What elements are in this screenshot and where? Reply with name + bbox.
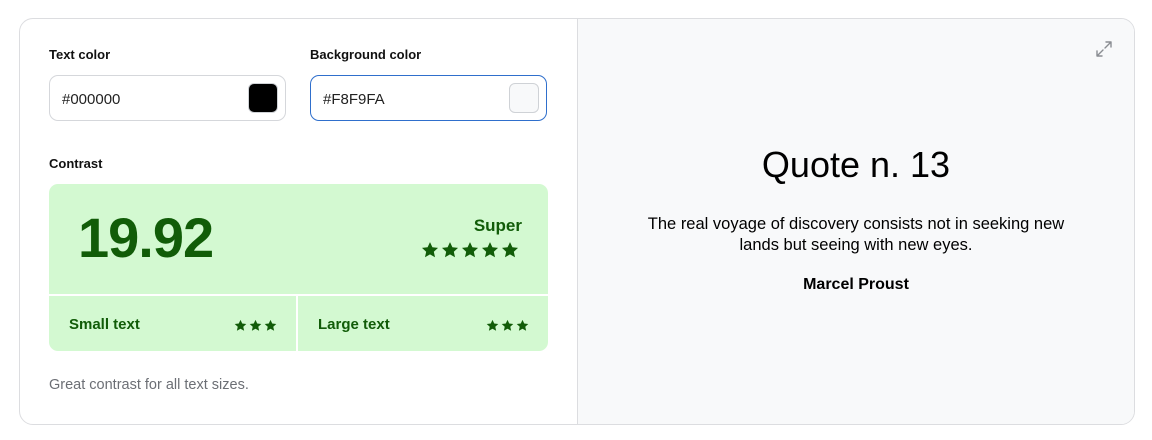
text-color-field[interactable] [49,75,286,121]
star-icon [441,242,459,258]
text-color-label: Text color [49,47,111,62]
background-color-swatch[interactable] [509,83,539,113]
star-icon [249,319,262,331]
star-icon [234,319,247,331]
star-icon [461,242,479,258]
star-icon [501,319,514,331]
contrast-result: 19.92 Super Small text Large text [49,184,548,351]
contrast-ratio-value: 19.92 [78,206,214,269]
star-icon [486,319,499,331]
large-text-stars [486,319,529,332]
rating-stars [421,241,519,259]
contrast-ratio-panel: 19.92 Super [49,184,548,294]
quote-author: Marcel Proust [803,276,909,293]
contrast-rating: Super [473,216,522,235]
star-icon [516,319,529,331]
star-icon [501,242,519,258]
star-icon [481,242,499,258]
large-text-score: Large text [298,296,548,351]
contrast-checker-card: Text color Background color Contrast 19.… [19,18,1135,425]
large-text-label: Large text [318,316,390,333]
small-text-label: Small text [69,316,140,333]
background-color-field[interactable] [310,75,547,121]
star-icon [264,319,277,331]
quote-text: The real voyage of discovery consists no… [647,215,1065,254]
expand-icon[interactable] [1094,39,1114,59]
quote-title: Quote n. 13 [761,144,951,185]
text-color-swatch[interactable] [248,83,278,113]
small-text-score: Small text [49,296,296,351]
small-text-stars [234,319,277,332]
star-icon [421,242,439,258]
background-color-label: Background color [310,47,422,62]
contrast-summary: Great contrast for all text sizes. [49,377,249,393]
background-color-input[interactable] [323,88,493,110]
text-color-input[interactable] [62,88,232,110]
contrast-label: Contrast [49,156,103,171]
controls-panel: Text color Background color Contrast 19.… [20,19,577,424]
preview-panel: Quote n. 13 The real voyage of discovery… [577,19,1134,424]
